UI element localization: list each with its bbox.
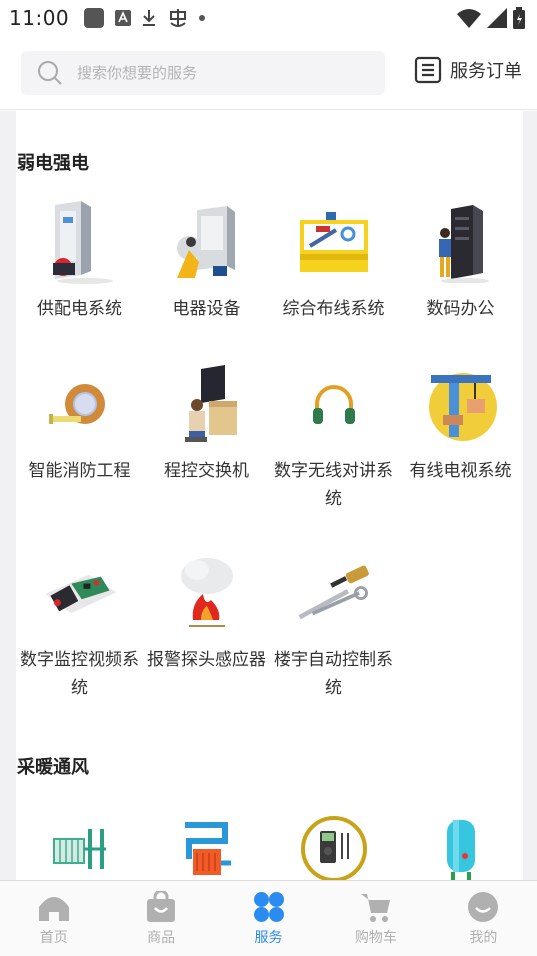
server-rack-icon (438, 205, 489, 283)
nav-label: 商品 (147, 930, 176, 946)
multimeter-icon (300, 816, 367, 880)
nav-cart[interactable]: 购物车 (322, 881, 429, 956)
search-input[interactable] (77, 64, 337, 82)
nav-label: 服务 (254, 930, 283, 946)
search-box[interactable] (21, 51, 385, 95)
nav-products[interactable]: 商品 (107, 881, 214, 956)
service-label: 数码办公 (426, 299, 495, 319)
switchboard-operator-icon (184, 365, 237, 442)
status-notification-icons (83, 7, 206, 29)
wrench-screwdriver-icon (297, 565, 369, 620)
service-label: 综合布线系统 (282, 299, 385, 319)
circuit-board-icon (44, 574, 117, 614)
service-label: 有线电视系统 (409, 461, 512, 481)
heating-pipe-icon (184, 822, 231, 875)
service-heating-pipe[interactable] (143, 809, 270, 880)
section-title-weak-strong-current: 弱电强电 (17, 153, 89, 174)
nav-home[interactable]: 首页 (0, 881, 107, 956)
service-multimeter[interactable] (270, 809, 397, 880)
service-cabling[interactable]: 综合布线系统 (270, 203, 397, 323)
home-icon (38, 897, 69, 921)
services-icon (253, 892, 284, 922)
service-digital-intercom[interactable]: 数字无线对讲系统 (270, 365, 397, 513)
radiator-icon (52, 829, 106, 869)
signal-icon (487, 8, 507, 28)
nav-services[interactable]: 服务 (215, 881, 322, 956)
battery-icon (513, 7, 525, 29)
service-cable-tv[interactable]: 有线电视系统 (397, 365, 524, 485)
service-content[interactable]: 弱电强电 供配电系统 电器设备 综合布线系统 数码办公 智能消防工程 程控交换机… (0, 111, 537, 880)
service-building-automation[interactable]: 楼宇自动控制系统 (270, 554, 397, 702)
order-list-icon (414, 56, 442, 84)
electrical-equipment-icon (176, 206, 235, 278)
text-notification-icon (115, 10, 132, 26)
cart-icon (360, 894, 390, 922)
service-panel: 弱电强电 供配电系统 电器设备 综合布线系统 数码办公 智能消防工程 程控交换机… (16, 111, 523, 880)
service-alarm-sensor[interactable]: 报警探头感应器 (143, 554, 270, 674)
service-label: 电器设备 (172, 299, 241, 319)
nav-label: 购物车 (354, 930, 397, 946)
service-label: 数字无线对讲系统 (274, 461, 393, 509)
service-label: 楼宇自动控制系统 (274, 650, 393, 698)
wifi-icon (457, 9, 481, 28)
nav-profile[interactable]: 我的 (430, 881, 537, 956)
service-orders-button[interactable]: 服务订单 (414, 56, 522, 84)
status-time: 11:00 (9, 6, 70, 30)
service-label: 智能消防工程 (28, 461, 131, 481)
section-title-heating-ventilation: 采暖通风 (17, 757, 89, 778)
status-bar: 11:00 (0, 0, 537, 36)
construction-crane-icon (428, 373, 497, 441)
service-orders-label: 服务订单 (450, 61, 522, 82)
status-system-icons (457, 7, 525, 29)
header: 服务订单 (0, 36, 537, 110)
headphones-icon (312, 385, 355, 424)
service-video-surveillance[interactable]: 数字监控视频系统 (16, 554, 143, 702)
profile-icon (468, 892, 499, 922)
app-notification-icon (84, 8, 105, 28)
service-electrical-equipment[interactable]: 电器设备 (143, 203, 270, 323)
service-smart-fire-protection[interactable]: 智能消防工程 (16, 365, 143, 485)
fire-smoke-icon (180, 558, 233, 627)
service-digital-office[interactable]: 数码办公 (397, 203, 524, 323)
shopping-bag-icon (147, 891, 176, 922)
service-label: 数字监控视频系统 (20, 650, 139, 698)
nav-label: 首页 (39, 930, 68, 946)
service-label: 程控交换机 (164, 461, 249, 481)
dot-icon (199, 15, 206, 21)
service-label: 报警探头感应器 (147, 650, 266, 670)
service-label: 供配电系统 (37, 299, 122, 319)
download-icon (143, 10, 156, 26)
service-power-distribution[interactable]: 供配电系统 (16, 201, 143, 323)
tape-measure-icon (48, 384, 105, 424)
bottom-navigation: 首页 商品 服务 购物车 我的 (0, 880, 537, 956)
water-heater-icon (446, 820, 475, 880)
search-icon (38, 61, 62, 85)
cabling-toolbox-icon (299, 212, 368, 272)
bug-icon (170, 9, 187, 27)
service-radiator[interactable] (16, 809, 143, 880)
power-distribution-icon (52, 201, 113, 284)
service-water-heater[interactable] (397, 809, 524, 880)
service-pbx[interactable]: 程控交换机 (143, 365, 270, 485)
nav-label: 我的 (469, 930, 498, 946)
